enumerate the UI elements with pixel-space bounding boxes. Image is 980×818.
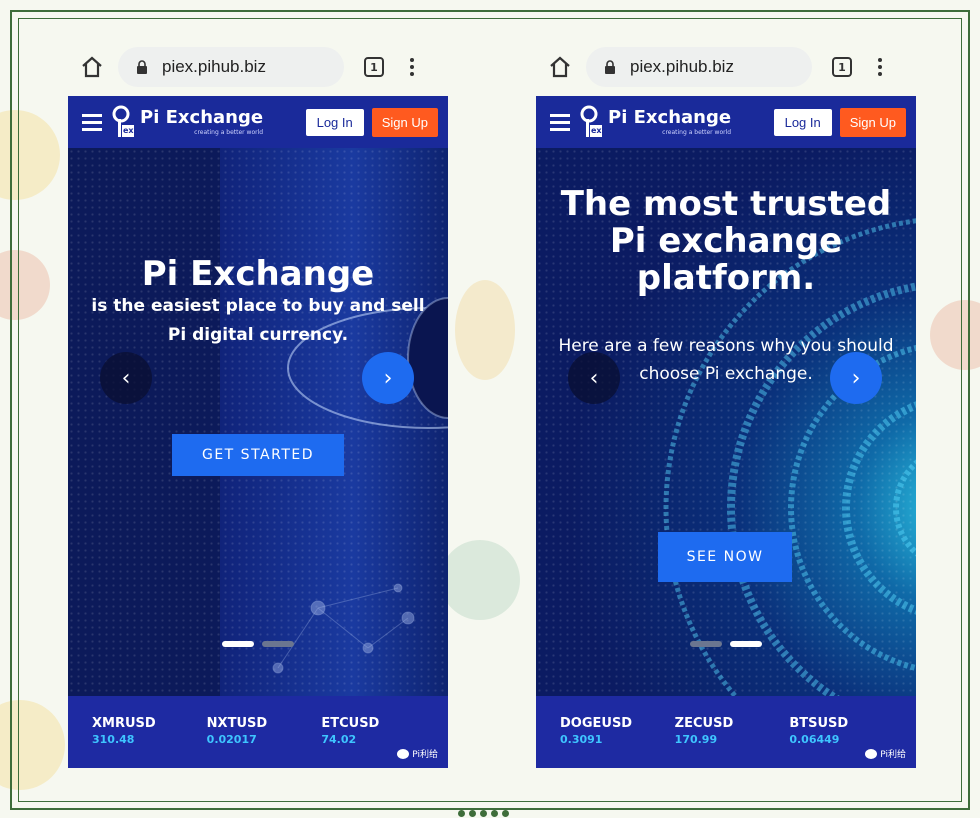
carousel-dot[interactable] [730, 641, 762, 647]
ticker-symbol: ZECUSD [674, 716, 734, 731]
site-navbar: ex Pi Exchange creating a better world L… [68, 96, 448, 148]
tab-switcher-button[interactable]: 1 [832, 57, 852, 77]
phone-screenshot-right: piex.pihub.biz 1 ex Pi Exchange creating… [536, 38, 916, 773]
menu-kebab-icon[interactable] [878, 58, 882, 76]
price-ticker: XMRUSD 310.48 NXTUSD 0.02017 ETCUSD 74.0… [68, 696, 448, 768]
frame-ornament [458, 810, 509, 817]
hamburger-menu-icon[interactable] [550, 113, 570, 131]
tab-switcher-button[interactable]: 1 [364, 57, 384, 77]
hero-title: The most trusted Pi exchange platform. [560, 184, 892, 298]
ticker-price: 0.06449 [789, 733, 840, 746]
logo-badge: ex [591, 126, 602, 135]
pi-exchange-logo[interactable]: ex [112, 105, 134, 139]
signup-button[interactable]: Sign Up [839, 107, 906, 137]
ticker-symbol: DOGEUSD [560, 716, 633, 731]
ticker-item[interactable]: BTSUSD 0.06449 [789, 716, 904, 768]
ticker-price: 170.99 [674, 733, 718, 746]
ticker-symbol: ETCUSD [321, 716, 380, 731]
hamburger-menu-icon[interactable] [82, 113, 102, 131]
phone-screenshot-left: piex.pihub.biz 1 ex Pi Exchange creating… [68, 38, 448, 773]
carousel-dot[interactable] [222, 641, 254, 647]
browser-toolbar: piex.pihub.biz 1 [536, 38, 916, 96]
url-text: piex.pihub.biz [162, 57, 266, 76]
see-now-button[interactable]: SEE NOW [658, 532, 792, 582]
brand-block: Pi Exchange creating a better world [140, 106, 264, 136]
login-button[interactable]: Log In [305, 108, 364, 136]
watermark-text: Pi利给 [880, 750, 906, 760]
login-button[interactable]: Log In [773, 108, 832, 136]
wechat-icon [397, 748, 410, 759]
carousel-next-button[interactable]: › [362, 352, 414, 404]
ticker-item[interactable]: ETCUSD 74.02 [321, 716, 436, 768]
lock-icon [137, 60, 147, 74]
logo-badge: ex [123, 126, 134, 135]
carousel-indicators [690, 641, 762, 647]
hero-graphic [272, 297, 448, 674]
watermark-text: Pi利给 [412, 750, 438, 760]
hero-carousel: Pi Exchange is the easiest place to buy … [68, 148, 448, 696]
get-started-button[interactable]: GET STARTED [172, 434, 344, 476]
ticker-symbol: XMRUSD [92, 716, 156, 731]
address-bar[interactable]: piex.pihub.biz [118, 47, 344, 87]
home-icon[interactable] [80, 55, 104, 79]
menu-kebab-icon[interactable] [410, 58, 414, 76]
brand-tagline: creating a better world [194, 128, 264, 136]
carousel-indicators [222, 641, 294, 647]
address-bar[interactable]: piex.pihub.biz [586, 47, 812, 87]
wechat-watermark: Pi利给 [865, 747, 906, 760]
lock-icon [605, 60, 615, 74]
home-icon[interactable] [548, 55, 572, 79]
browser-toolbar: piex.pihub.biz 1 [68, 38, 448, 96]
ticker-symbol: NXTUSD [206, 716, 268, 731]
ticker-item[interactable]: DOGEUSD 0.3091 [560, 716, 675, 768]
hero-subtitle: is the easiest place to buy and sell Pi … [91, 296, 425, 345]
carousel-prev-button[interactable]: ‹ [100, 352, 152, 404]
wechat-watermark: Pi利给 [397, 747, 438, 760]
ticker-item[interactable]: XMRUSD 310.48 [92, 716, 207, 768]
website-viewport: ex Pi Exchange creating a better world L… [68, 96, 448, 768]
ticker-price: 0.3091 [560, 733, 603, 746]
ticker-price: 74.02 [321, 733, 357, 746]
carousel-prev-button[interactable]: ‹ [568, 352, 620, 404]
site-navbar: ex Pi Exchange creating a better world L… [536, 96, 916, 148]
price-ticker: DOGEUSD 0.3091 ZECUSD 170.99 BTSUSD 0.06… [536, 696, 916, 768]
carousel-next-button[interactable]: › [830, 352, 882, 404]
ticker-symbol: BTSUSD [789, 716, 849, 731]
ticker-item[interactable]: ZECUSD 170.99 [675, 716, 790, 768]
ticker-item[interactable]: NXTUSD 0.02017 [207, 716, 322, 768]
ticker-price: 310.48 [92, 733, 135, 746]
brand-block: Pi Exchange creating a better world [608, 106, 732, 136]
url-text: piex.pihub.biz [630, 57, 734, 76]
brand-name: Pi Exchange [608, 106, 732, 128]
brand-tagline: creating a better world [662, 128, 732, 136]
hero-carousel: The most trusted Pi exchange platform. H… [536, 148, 916, 696]
hero-title: Pi Exchange [141, 254, 375, 294]
carousel-dot[interactable] [262, 641, 294, 647]
brand-name: Pi Exchange [140, 106, 264, 128]
signup-button[interactable]: Sign Up [371, 107, 438, 137]
website-viewport: ex Pi Exchange creating a better world L… [536, 96, 916, 768]
wechat-icon [865, 748, 878, 759]
pi-exchange-logo[interactable]: ex [580, 105, 602, 139]
ticker-price: 0.02017 [206, 733, 257, 746]
carousel-dot[interactable] [690, 641, 722, 647]
